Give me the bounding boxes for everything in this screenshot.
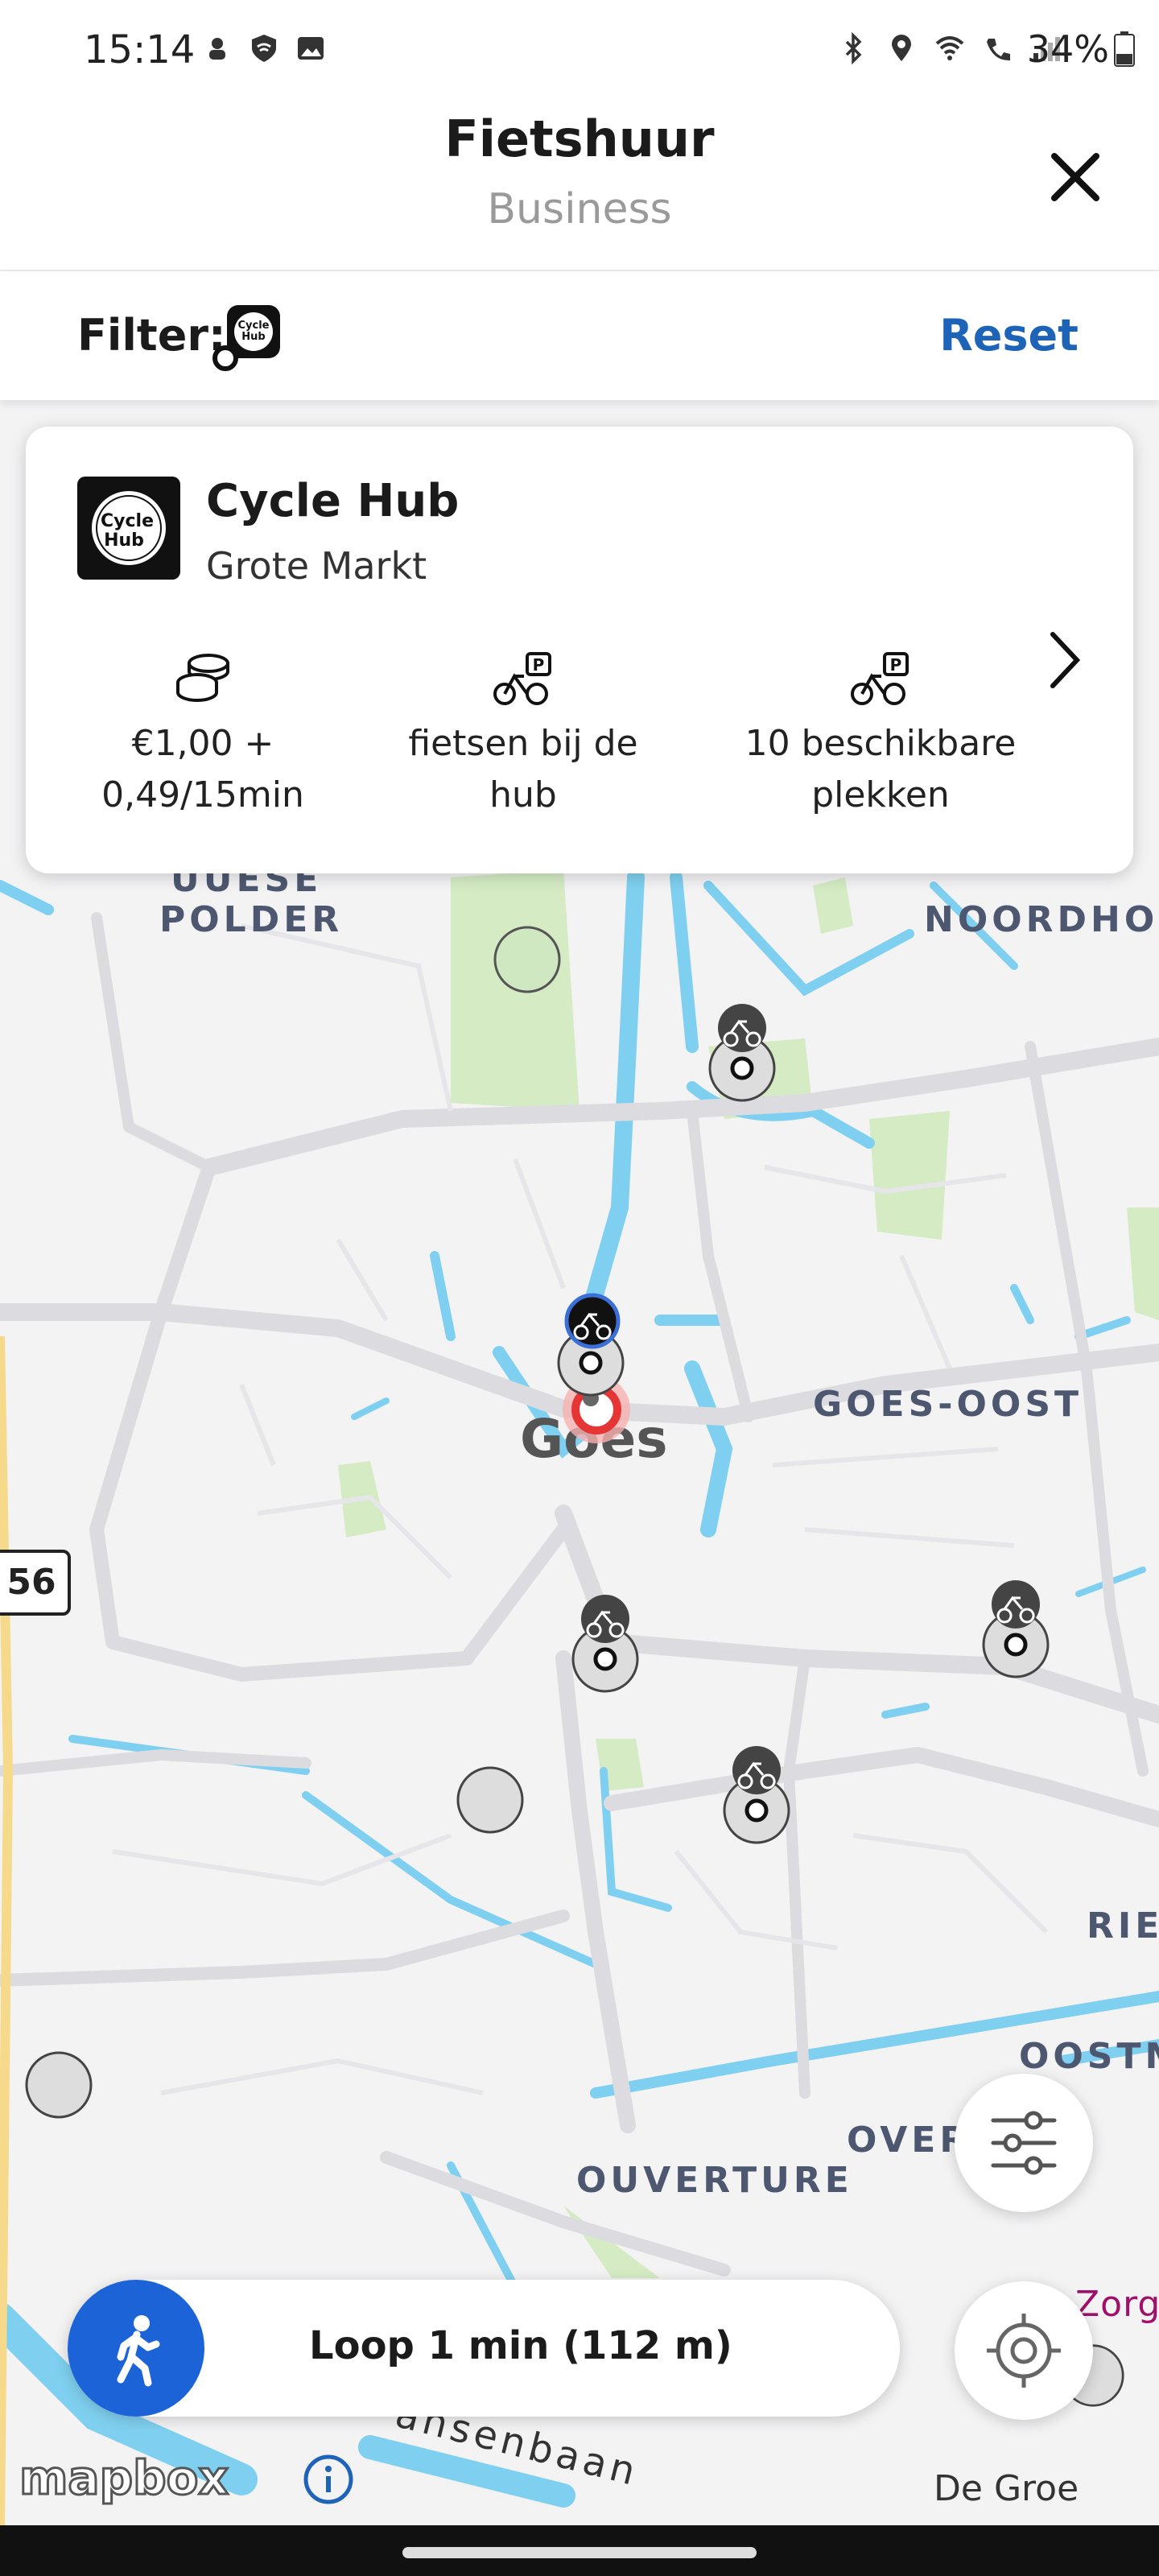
bike-parking-icon: P: [493, 652, 551, 705]
reset-button[interactable]: Reset: [939, 310, 1079, 361]
image-icon: [298, 37, 324, 60]
status-icons-left: [201, 32, 327, 64]
stat-bikes-line2: hub: [489, 774, 557, 815]
road-shield: 56: [0, 1550, 71, 1616]
notification-icon: [209, 38, 225, 60]
crosshair-icon: [987, 2314, 1061, 2388]
wifi-call-icon: [987, 39, 1010, 61]
shield-wifi-icon: [252, 35, 276, 62]
status-bar: 15:14 34%: [0, 0, 1159, 105]
stat-price-line2: 0,49/15min: [101, 774, 304, 815]
walk-duration-label: Loop 1 min (112 m): [309, 2323, 732, 2368]
mapbox-logo: mapbox: [19, 2450, 230, 2507]
map-label-noordhoek: NOORDHOEK: [924, 899, 1159, 940]
hub-marker-empty[interactable]: [24, 2050, 93, 2120]
chevron-right-icon[interactable]: [1045, 628, 1085, 692]
home-gesture-pill[interactable]: [402, 2547, 757, 2558]
hub-name: Cycle Hub: [206, 475, 460, 527]
walk-route-bar[interactable]: Loop 1 min (112 m): [68, 2280, 900, 2417]
bike-hub-marker[interactable]: [716, 1743, 797, 1847]
filter-bar: Filter: Cycle Hub Reset: [0, 271, 1159, 400]
battery-icon: [1114, 31, 1135, 67]
filter-label: Filter:: [77, 310, 226, 361]
hub-marker-empty[interactable]: [456, 1765, 525, 1835]
svg-text:Cycle: Cycle: [101, 511, 154, 531]
stat-price: €1,00 + 0,49/15min: [58, 650, 348, 821]
map-label-riet: RIET: [1087, 1905, 1159, 1946]
my-location-button[interactable]: [955, 2281, 1093, 2420]
sliders-icon: [991, 2111, 1057, 2175]
svg-text:Hub: Hub: [104, 530, 144, 551]
map-filter-button[interactable]: [955, 2074, 1093, 2212]
svg-text:P: P: [533, 655, 545, 675]
stat-price-line1: €1,00 +: [131, 723, 274, 764]
battery-percent: 34%: [1026, 27, 1109, 71]
map-label-polder: POLDER: [159, 899, 344, 940]
road-number: 56: [6, 1562, 56, 1603]
hub-marker-empty[interactable]: [493, 925, 562, 994]
close-icon[interactable]: [1043, 145, 1107, 209]
bike-parking-icon: P: [851, 652, 909, 705]
header: Fietshuur Business: [0, 105, 1159, 271]
bluetooth-icon: [845, 32, 862, 64]
system-nav-bar: [0, 2525, 1159, 2576]
stat-spots: P 10 beschikbare plekken: [711, 650, 1050, 821]
stat-bikes: P fietsen bij de hub: [378, 650, 668, 821]
walk-button[interactable]: [68, 2280, 204, 2417]
hub-location: Grote Markt: [206, 544, 427, 588]
bike-hub-marker[interactable]: [565, 1591, 645, 1696]
cycle-hub-filter-icon[interactable]: Cycle Hub: [211, 302, 283, 374]
hub-info-card[interactable]: Cycle Hub Cycle Hub Grote Markt €1,00 + …: [26, 427, 1133, 873]
stat-spots-line2: plekken: [811, 774, 950, 815]
svg-text:P: P: [890, 655, 902, 675]
map-label-oostm: OOSTM: [1019, 2036, 1159, 2077]
location-pin-icon: [892, 35, 911, 61]
info-icon[interactable]: [303, 2454, 354, 2505]
selected-hub-marker[interactable]: [552, 1286, 641, 1447]
page-subtitle: Business: [487, 185, 672, 233]
map-label-ouverture: OUVERTURE: [576, 2160, 853, 2201]
map-label-goes-oost: GOES-OOST: [813, 1384, 1083, 1425]
map-label-corner: De Groe: [934, 2468, 1079, 2509]
bike-hub-marker[interactable]: [975, 1577, 1056, 1682]
stat-bikes-line1: fietsen bij de: [408, 723, 638, 764]
coins-icon: [176, 654, 229, 702]
wifi-icon: [935, 36, 964, 60]
map-label-over: OVER: [847, 2120, 971, 2161]
svg-text:Hub: Hub: [241, 331, 265, 343]
stat-spots-line1: 10 beschikbare: [744, 723, 1017, 764]
status-time: 15:14: [84, 27, 196, 72]
svg-text:Cycle: Cycle: [238, 320, 270, 332]
cycle-hub-logo: Cycle Hub: [77, 477, 180, 580]
walking-person-icon: [117, 2315, 160, 2387]
page-title: Fietshuur: [444, 109, 715, 168]
battery-status: 34%: [1027, 27, 1135, 71]
bike-hub-marker[interactable]: [702, 1001, 782, 1105]
